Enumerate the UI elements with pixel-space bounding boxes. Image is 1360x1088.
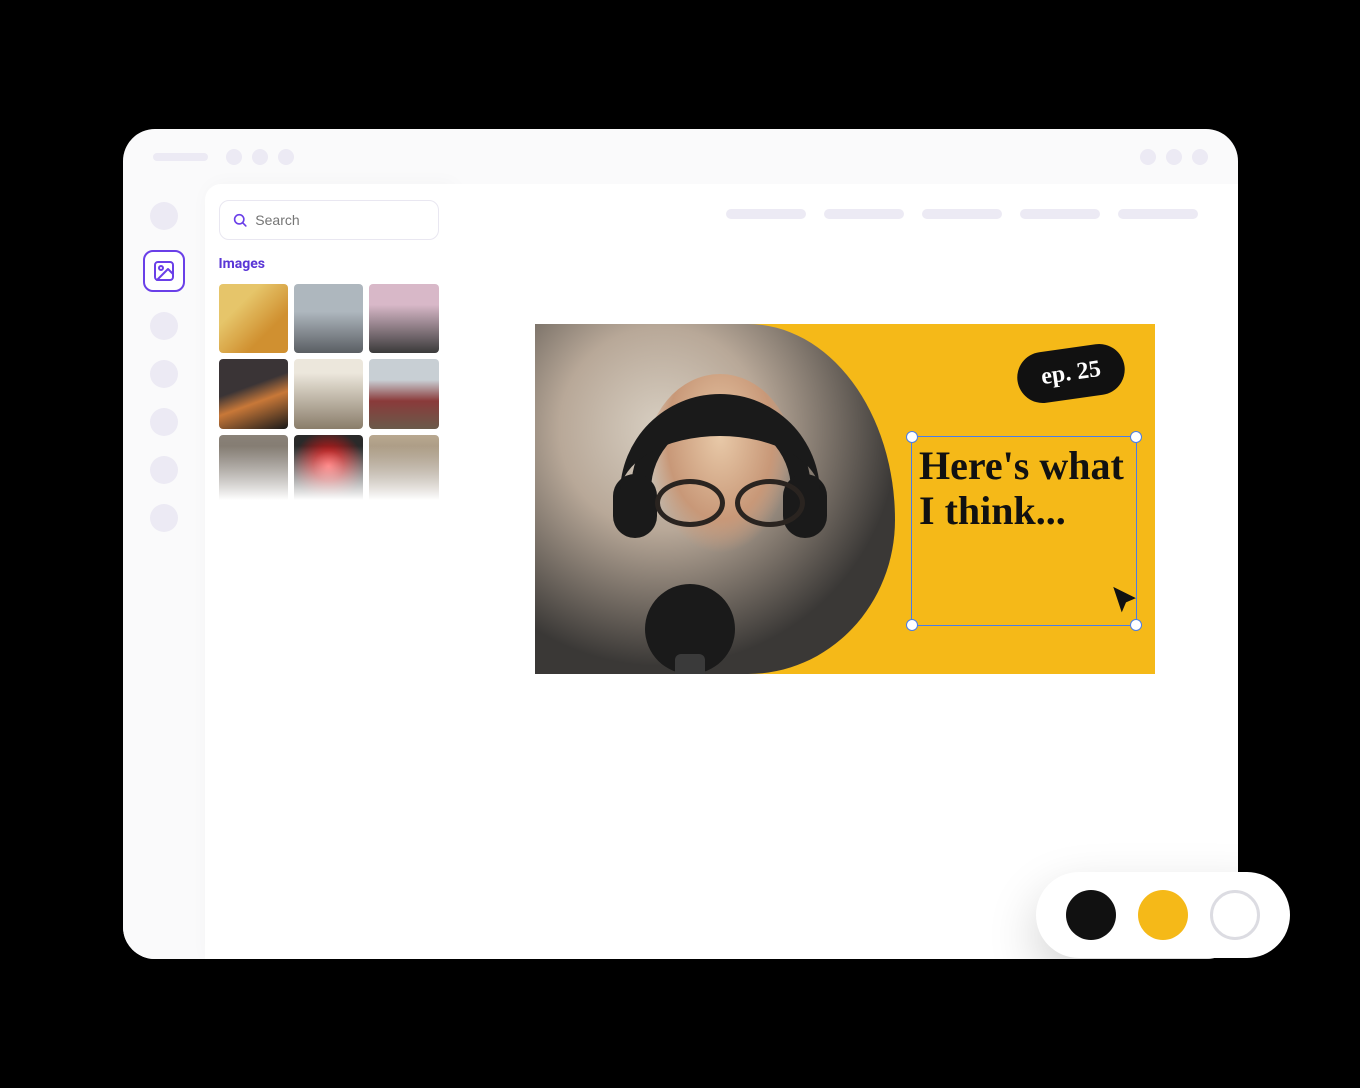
image-thumbnail[interactable] <box>219 435 288 504</box>
toolbar-slot[interactable] <box>1118 209 1198 219</box>
image-icon <box>152 259 176 283</box>
color-swatch-white[interactable] <box>1210 890 1260 940</box>
image-thumbnail[interactable] <box>294 359 363 428</box>
canvas-stage[interactable]: ep. 25 Here's what I think... <box>453 244 1238 959</box>
nav-item-images[interactable] <box>143 250 185 292</box>
toolbar-slot[interactable] <box>726 209 806 219</box>
selection-box[interactable] <box>911 436 1137 626</box>
glasses-icon <box>655 479 805 519</box>
resize-handle[interactable] <box>1130 431 1142 443</box>
episode-badge[interactable]: ep. 25 <box>1014 341 1128 407</box>
nav-item[interactable] <box>150 456 178 484</box>
window-control-dot[interactable] <box>1166 149 1182 165</box>
search-input[interactable] <box>255 212 425 228</box>
nav-rail <box>123 184 205 959</box>
image-thumbnail[interactable] <box>219 359 288 428</box>
headphone-cup-icon <box>613 474 657 538</box>
titlebar-dot <box>252 149 268 165</box>
nav-item[interactable] <box>150 312 178 340</box>
image-thumbnail[interactable] <box>369 359 438 428</box>
image-thumbnail[interactable] <box>219 284 288 353</box>
color-swatch-yellow[interactable] <box>1138 890 1188 940</box>
canvas-area: ep. 25 Here's what I think... <box>453 184 1238 959</box>
nav-item[interactable] <box>150 408 178 436</box>
headphones-icon <box>631 400 811 510</box>
toolbar-slot[interactable] <box>824 209 904 219</box>
image-thumbnail-grid <box>219 284 439 504</box>
titlebar-handle <box>153 153 208 161</box>
toolbar-slot[interactable] <box>1020 209 1100 219</box>
window-titlebar <box>123 129 1238 184</box>
resize-handle[interactable] <box>906 619 918 631</box>
window-control-dot[interactable] <box>1140 149 1156 165</box>
canvas-toolbar <box>453 184 1238 244</box>
color-picker[interactable] <box>1036 872 1290 958</box>
nav-item[interactable] <box>150 504 178 532</box>
toolbar-slot[interactable] <box>922 209 1002 219</box>
search-box[interactable] <box>219 200 439 240</box>
nav-item[interactable] <box>150 360 178 388</box>
image-thumbnail[interactable] <box>369 284 438 353</box>
photo-blob[interactable] <box>535 324 895 674</box>
cursor-icon <box>1109 584 1143 618</box>
image-thumbnail[interactable] <box>294 435 363 504</box>
window-control-dot[interactable] <box>1192 149 1208 165</box>
resize-handle[interactable] <box>906 431 918 443</box>
side-panel: Images <box>205 184 453 959</box>
design-canvas[interactable]: ep. 25 Here's what I think... <box>535 324 1155 674</box>
image-thumbnail[interactable] <box>369 435 438 504</box>
headphone-cup-icon <box>783 474 827 538</box>
color-swatch-black[interactable] <box>1066 890 1116 940</box>
resize-handle[interactable] <box>1130 619 1142 631</box>
panel-heading: Images <box>219 256 439 272</box>
nav-item[interactable] <box>150 202 178 230</box>
microphone-icon <box>645 584 735 674</box>
image-thumbnail[interactable] <box>294 284 363 353</box>
search-icon <box>232 211 248 229</box>
titlebar-dot <box>278 149 294 165</box>
app-window: Images <box>123 129 1238 959</box>
titlebar-dot <box>226 149 242 165</box>
